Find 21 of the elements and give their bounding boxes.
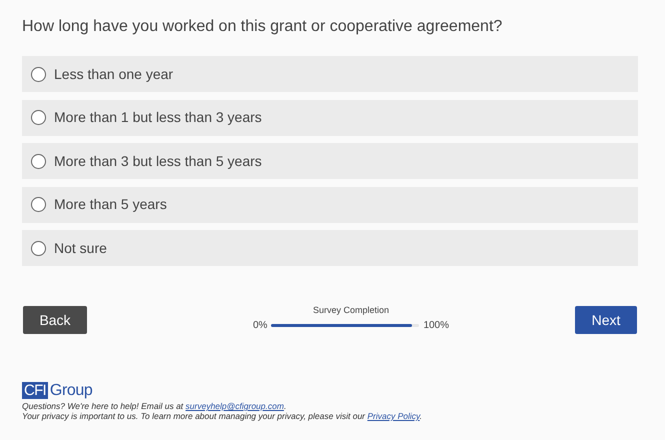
radio-icon [31,110,46,125]
back-button[interactable]: Back [23,306,87,334]
progress-title: Survey Completion [312,305,390,316]
progress-start-label: 0% [252,319,268,333]
answer-option[interactable]: More than 3 but less than 5 years [22,143,638,179]
radio-icon [31,154,46,168]
privacy-text: Your privacy is important to us. To learn more about managing your privacy, please visit our Privacy Policy. [22,411,424,421]
answer-option[interactable]: Less than one year [22,56,638,92]
radio-icon [31,240,46,256]
help-text: Questions? We're here to help! Email us at surveyhelp@cfigroup.com. [22,401,288,411]
privacy-policy-link[interactable]: Privacy Policy [367,411,420,421]
radio-icon [31,66,46,82]
email-link[interactable]: surveyhelp@cfigroup.com [186,401,284,411]
next-button[interactable]: Next [575,306,637,334]
cfi-group-logo: CFI Group [22,382,94,399]
radio-icon [31,197,46,212]
answer-option[interactable]: More than 5 years [22,186,638,222]
question-text: How long have you worked on this grant or cooperative agreement? [22,17,504,37]
answer-option[interactable]: More than 1 but less than 3 years [22,100,638,136]
answer-option[interactable]: Not sure [22,230,638,266]
progress-end-label: 100% [423,319,450,333]
